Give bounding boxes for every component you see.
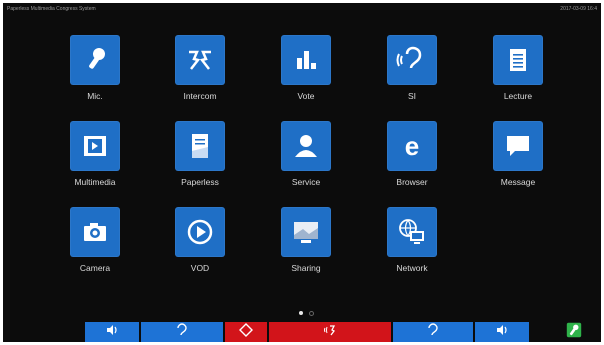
speaker-button-left[interactable] — [85, 322, 139, 342]
app-label: Paperless — [181, 177, 219, 187]
app-vod[interactable]: VOD — [165, 207, 235, 279]
speaker-icon — [495, 323, 509, 342]
microphone-icon — [565, 321, 583, 342]
app-label: Service — [291, 177, 321, 187]
app-intercom[interactable]: Intercom — [165, 35, 235, 107]
listen-button-left[interactable] — [141, 322, 223, 342]
app-label: Camera — [79, 263, 111, 273]
microphone-icon — [70, 35, 120, 85]
app-label: Message — [500, 177, 536, 187]
app-service[interactable]: Service — [271, 121, 341, 193]
app-label: Sharing — [291, 263, 321, 273]
intercom-call-button[interactable] — [269, 322, 391, 342]
globe-network-icon — [387, 207, 437, 257]
app-label: VOD — [190, 263, 210, 273]
listen-button-right[interactable] — [393, 322, 473, 342]
app-label: Vote — [297, 91, 315, 101]
browser-e-icon: e — [387, 121, 437, 171]
app-vote[interactable]: Vote — [271, 35, 341, 107]
screen-share-icon — [281, 207, 331, 257]
ear-icon — [426, 322, 440, 342]
speaker-icon — [105, 323, 119, 342]
page-indicator — [293, 311, 323, 317]
notepad-icon — [493, 35, 543, 85]
app-label: Network — [396, 263, 428, 273]
app-grid: Mic. Intercom Vote SI Lecture Multimedia… — [3, 3, 601, 303]
svg-text:e: e — [405, 131, 419, 161]
app-label: Intercom — [183, 91, 217, 101]
intercom-icon — [175, 35, 225, 85]
document-icon — [175, 121, 225, 171]
app-browser[interactable]: e Browser — [377, 121, 447, 193]
app-screen: Paperless Multimedia Congress System 201… — [3, 3, 601, 342]
mic-toggle-button[interactable] — [563, 321, 585, 342]
app-network[interactable]: Network — [377, 207, 447, 279]
person-icon — [281, 121, 331, 171]
app-sharing[interactable]: Sharing — [271, 207, 341, 279]
ear-icon — [175, 322, 189, 342]
app-si[interactable]: SI — [377, 35, 447, 107]
intercom-icon — [323, 323, 337, 342]
app-label: Browser — [396, 177, 428, 187]
page-dot[interactable] — [309, 311, 314, 316]
app-camera[interactable]: Camera — [60, 207, 130, 279]
app-label: Mic. — [87, 91, 103, 101]
speech-bubble-icon — [493, 121, 543, 171]
bar-chart-icon — [281, 35, 331, 85]
ear-icon — [387, 35, 437, 85]
app-paperless[interactable]: Paperless — [165, 121, 235, 193]
camera-icon — [70, 207, 120, 257]
page-dot-active[interactable] — [299, 311, 303, 315]
app-label: Multimedia — [74, 177, 116, 187]
speaker-button-right[interactable] — [475, 322, 529, 342]
priority-button[interactable] — [225, 322, 267, 342]
app-lecture[interactable]: Lecture — [483, 35, 553, 107]
film-icon — [70, 121, 120, 171]
app-label: Lecture — [503, 91, 533, 101]
app-message[interactable]: Message — [483, 121, 553, 193]
diamond-icon — [239, 322, 253, 342]
play-icon — [175, 207, 225, 257]
app-multimedia[interactable]: Multimedia — [60, 121, 130, 193]
app-mic[interactable]: Mic. — [60, 35, 130, 107]
app-label: SI — [407, 91, 417, 101]
